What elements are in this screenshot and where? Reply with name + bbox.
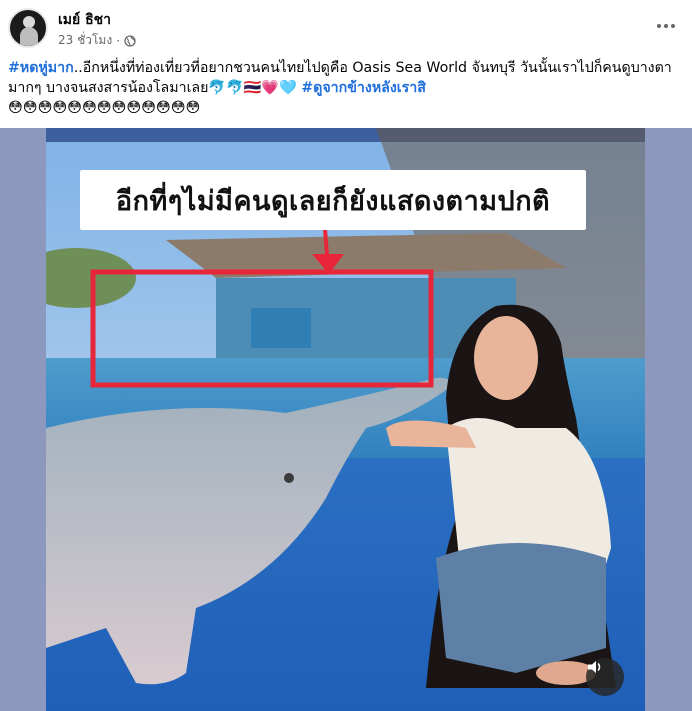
hashtag-link[interactable]: #หดหู่มาก [8, 60, 74, 76]
booth [251, 308, 311, 348]
post-text-segment: มากๆ บางจนสงสารน้องโลมาเลย [8, 80, 209, 96]
globe-icon [124, 34, 136, 47]
face [474, 316, 538, 400]
post-timestamp[interactable]: 23 ชั่วโมง [58, 31, 112, 50]
dot-icon [664, 24, 668, 28]
avatar-figure-body [20, 27, 38, 46]
emoji-group: 🐬🐬🇹🇭💗🩵 [208, 80, 297, 96]
dot-icon [671, 24, 675, 28]
post-photo[interactable]: อีกที่ๆไม่มีคนดูเลยก็ยังแสดงตามปกติ [46, 128, 645, 711]
post-text-line-1: #หดหู่มาก..อีกหนึ่งที่ท่องเที่ยวที่อยากช… [8, 58, 684, 78]
post-text-segment: ..อีกหนึ่งที่ท่องเที่ยวที่อยากชวนคนไทยไป… [73, 60, 672, 76]
dolphin-eye [284, 473, 294, 483]
meta-separator: · [116, 33, 121, 48]
jeans [436, 543, 606, 673]
post-text-line-2: มากๆ บางจนสงสารน้องโลมาเลย🐬🐬🇹🇭💗🩵 #ดูจากข… [8, 78, 684, 98]
author-name[interactable]: เมย์ ธิชา [58, 9, 111, 31]
overlay-caption: อีกที่ๆไม่มีคนดูเลยก็ยังแสดงตามปกติ [80, 170, 586, 230]
facebook-post: เมย์ ธิชา 23 ชั่วโมง · #หดหู่มาก..อีกหนึ… [0, 0, 692, 711]
sound-toggle-button[interactable] [586, 658, 624, 696]
post-header: เมย์ ธิชา 23 ชั่วโมง · [0, 0, 692, 56]
emoji-row: 😳😳😳😳😳😳😳😳😳😳😳😳😳 [8, 100, 201, 116]
post-text-line-3: 😳😳😳😳😳😳😳😳😳😳😳😳😳 [8, 98, 684, 118]
hashtag-link[interactable]: #ดูจากข้างหลังเราสิ [301, 80, 426, 96]
author-avatar[interactable] [8, 8, 48, 48]
post-meta: 23 ชั่วโมง · [58, 31, 136, 50]
post-text: #หดหู่มาก..อีกหนึ่งที่ท่องเที่ยวที่อยากช… [8, 58, 684, 118]
speaker-icon [588, 661, 601, 673]
more-options-button[interactable] [652, 12, 680, 40]
dot-icon [657, 24, 661, 28]
